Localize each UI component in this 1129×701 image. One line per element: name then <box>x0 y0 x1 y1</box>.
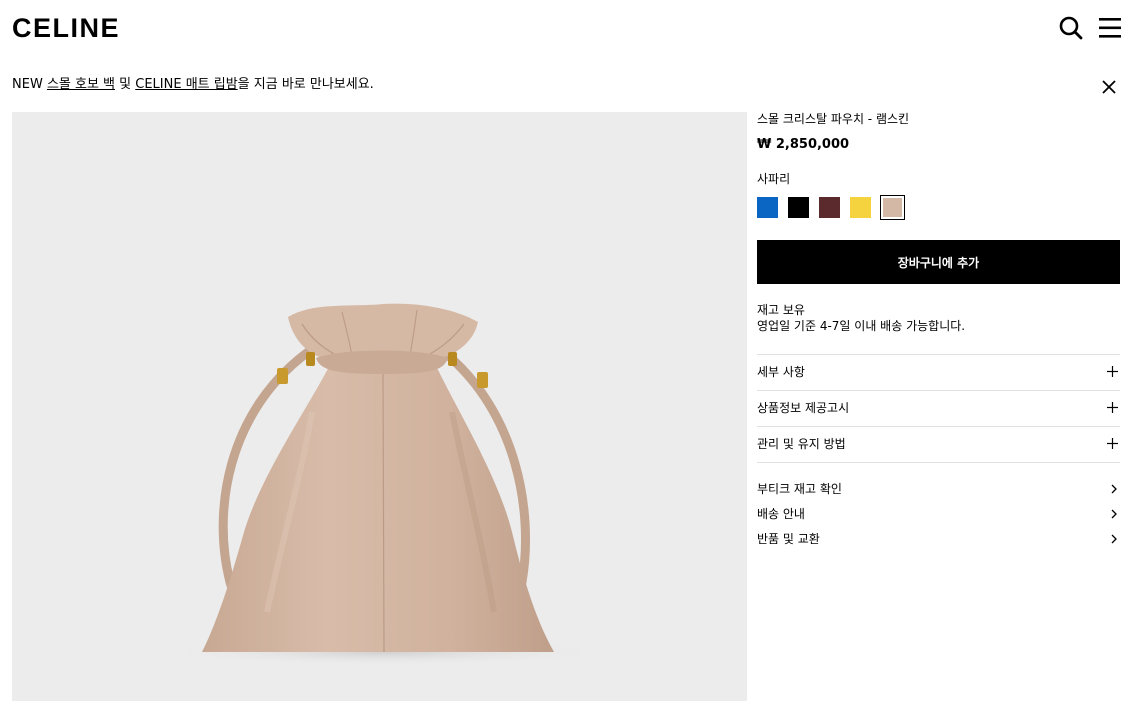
accordion-product-info[interactable]: 상품정보 제공고시 <box>757 391 1120 427</box>
link-boutique-stock[interactable]: 부티크 재고 확인 <box>757 481 1120 506</box>
selected-color-name: 사파리 <box>757 172 791 186</box>
product-accordion: 세부 사항 상품정보 제공고시 관리 및 유지 방법 <box>757 354 1120 463</box>
swatch-safari[interactable] <box>880 195 905 220</box>
hamburger-menu-icon[interactable] <box>1098 15 1122 41</box>
plus-icon <box>1107 438 1118 449</box>
pouch-illustration <box>154 303 614 666</box>
celine-logo[interactable]: CELINE <box>12 13 120 43</box>
accordion-care[interactable]: 관리 및 유지 방법 <box>757 427 1120 463</box>
banner-prefix: NEW <box>12 77 47 92</box>
product-price: ₩ 2,850,000 <box>757 137 850 152</box>
service-links: 부티크 재고 확인 배송 안내 반품 및 교환 <box>757 481 1120 556</box>
accordion-details[interactable]: 세부 사항 <box>757 355 1120 391</box>
search-icon[interactable] <box>1058 15 1084 41</box>
link-shipping-info[interactable]: 배송 안내 <box>757 506 1120 531</box>
stock-status: 재고 보유 <box>757 303 805 317</box>
site-header: CELINE <box>0 0 1129 56</box>
chevron-right-icon <box>1111 509 1117 519</box>
product-name: 스몰 크리스탈 파우치 - 램스킨 <box>757 112 910 126</box>
add-to-cart-button[interactable]: 장바구니에 추가 <box>757 240 1120 284</box>
accordion-label: 세부 사항 <box>757 365 805 379</box>
plus-icon <box>1107 402 1118 413</box>
chevron-right-icon <box>1111 534 1117 544</box>
promo-banner: NEW 스몰 호보 백 및 CELINE 매트 립밤을 지금 바로 만나보세요. <box>12 77 374 93</box>
product-image[interactable] <box>12 112 747 701</box>
banner-middle: 및 <box>115 77 136 92</box>
delivery-estimate: 영업일 기준 4-7일 이내 배송 가능합니다. <box>757 319 966 333</box>
accordion-label: 관리 및 유지 방법 <box>757 437 846 451</box>
swatch-yellow[interactable] <box>850 197 871 218</box>
link-returns[interactable]: 반품 및 교환 <box>757 531 1120 556</box>
banner-link-hobo-bag[interactable]: 스몰 호보 백 <box>47 77 115 92</box>
close-icon[interactable] <box>1101 79 1117 95</box>
swatch-black[interactable] <box>788 197 809 218</box>
swatch-burgundy[interactable] <box>819 197 840 218</box>
link-label: 배송 안내 <box>757 507 805 521</box>
link-label: 반품 및 교환 <box>757 532 820 546</box>
banner-suffix: 을 지금 바로 만나보세요. <box>237 77 374 92</box>
swatch-blue[interactable] <box>757 197 778 218</box>
chevron-right-icon <box>1111 484 1117 494</box>
banner-link-lip-balm[interactable]: CELINE 매트 립밤 <box>135 77 237 92</box>
link-label: 부티크 재고 확인 <box>757 482 842 496</box>
accordion-label: 상품정보 제공고시 <box>757 401 850 415</box>
plus-icon <box>1107 366 1118 377</box>
